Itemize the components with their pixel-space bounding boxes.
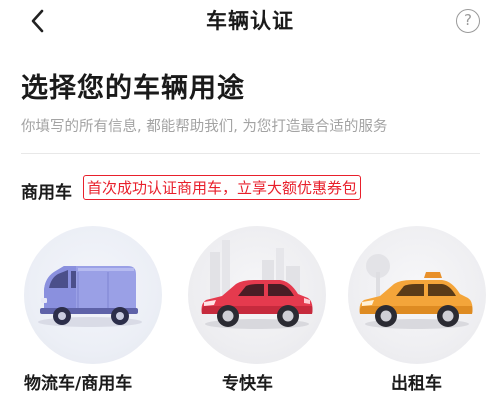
section-subtitle: 你填写的所有信息, 都能帮助我们, 为您打造最合适的服务	[21, 119, 388, 135]
navigation-bar: 车辆认证 ?	[0, 0, 500, 44]
vehicle-label: 专快车	[222, 374, 273, 394]
vehicle-label: 物流车/商用车	[24, 374, 133, 394]
vehicle-image-circle	[188, 226, 326, 364]
question-mark-icon: ?	[464, 11, 472, 29]
vehicle-option-express[interactable]: 专快车	[186, 222, 336, 402]
suv-car-icon	[201, 240, 313, 329]
vehicle-image-circle	[24, 226, 162, 364]
taxi-car-icon	[359, 254, 473, 329]
page-title: 车辆认证	[206, 9, 294, 33]
promo-badge: 首次成功认证商用车，立享大额优惠券包	[83, 175, 362, 200]
vehicle-image-circle	[348, 226, 486, 364]
vehicle-option-logistics[interactable]: 物流车/商用车	[22, 222, 172, 402]
category-label: 商用车	[21, 183, 72, 203]
vehicle-label: 出租车	[391, 374, 442, 394]
section-heading: 选择您的车辆用途	[21, 73, 245, 104]
help-button[interactable]: ?	[456, 9, 480, 33]
vehicle-option-taxi[interactable]: 出租车	[346, 222, 496, 402]
vehicle-purpose-page: 车辆认证 ? 选择您的车辆用途 你填写的所有信息, 都能帮助我们, 为您打造最合…	[0, 0, 500, 403]
divider	[21, 153, 480, 154]
van-icon	[38, 266, 142, 327]
